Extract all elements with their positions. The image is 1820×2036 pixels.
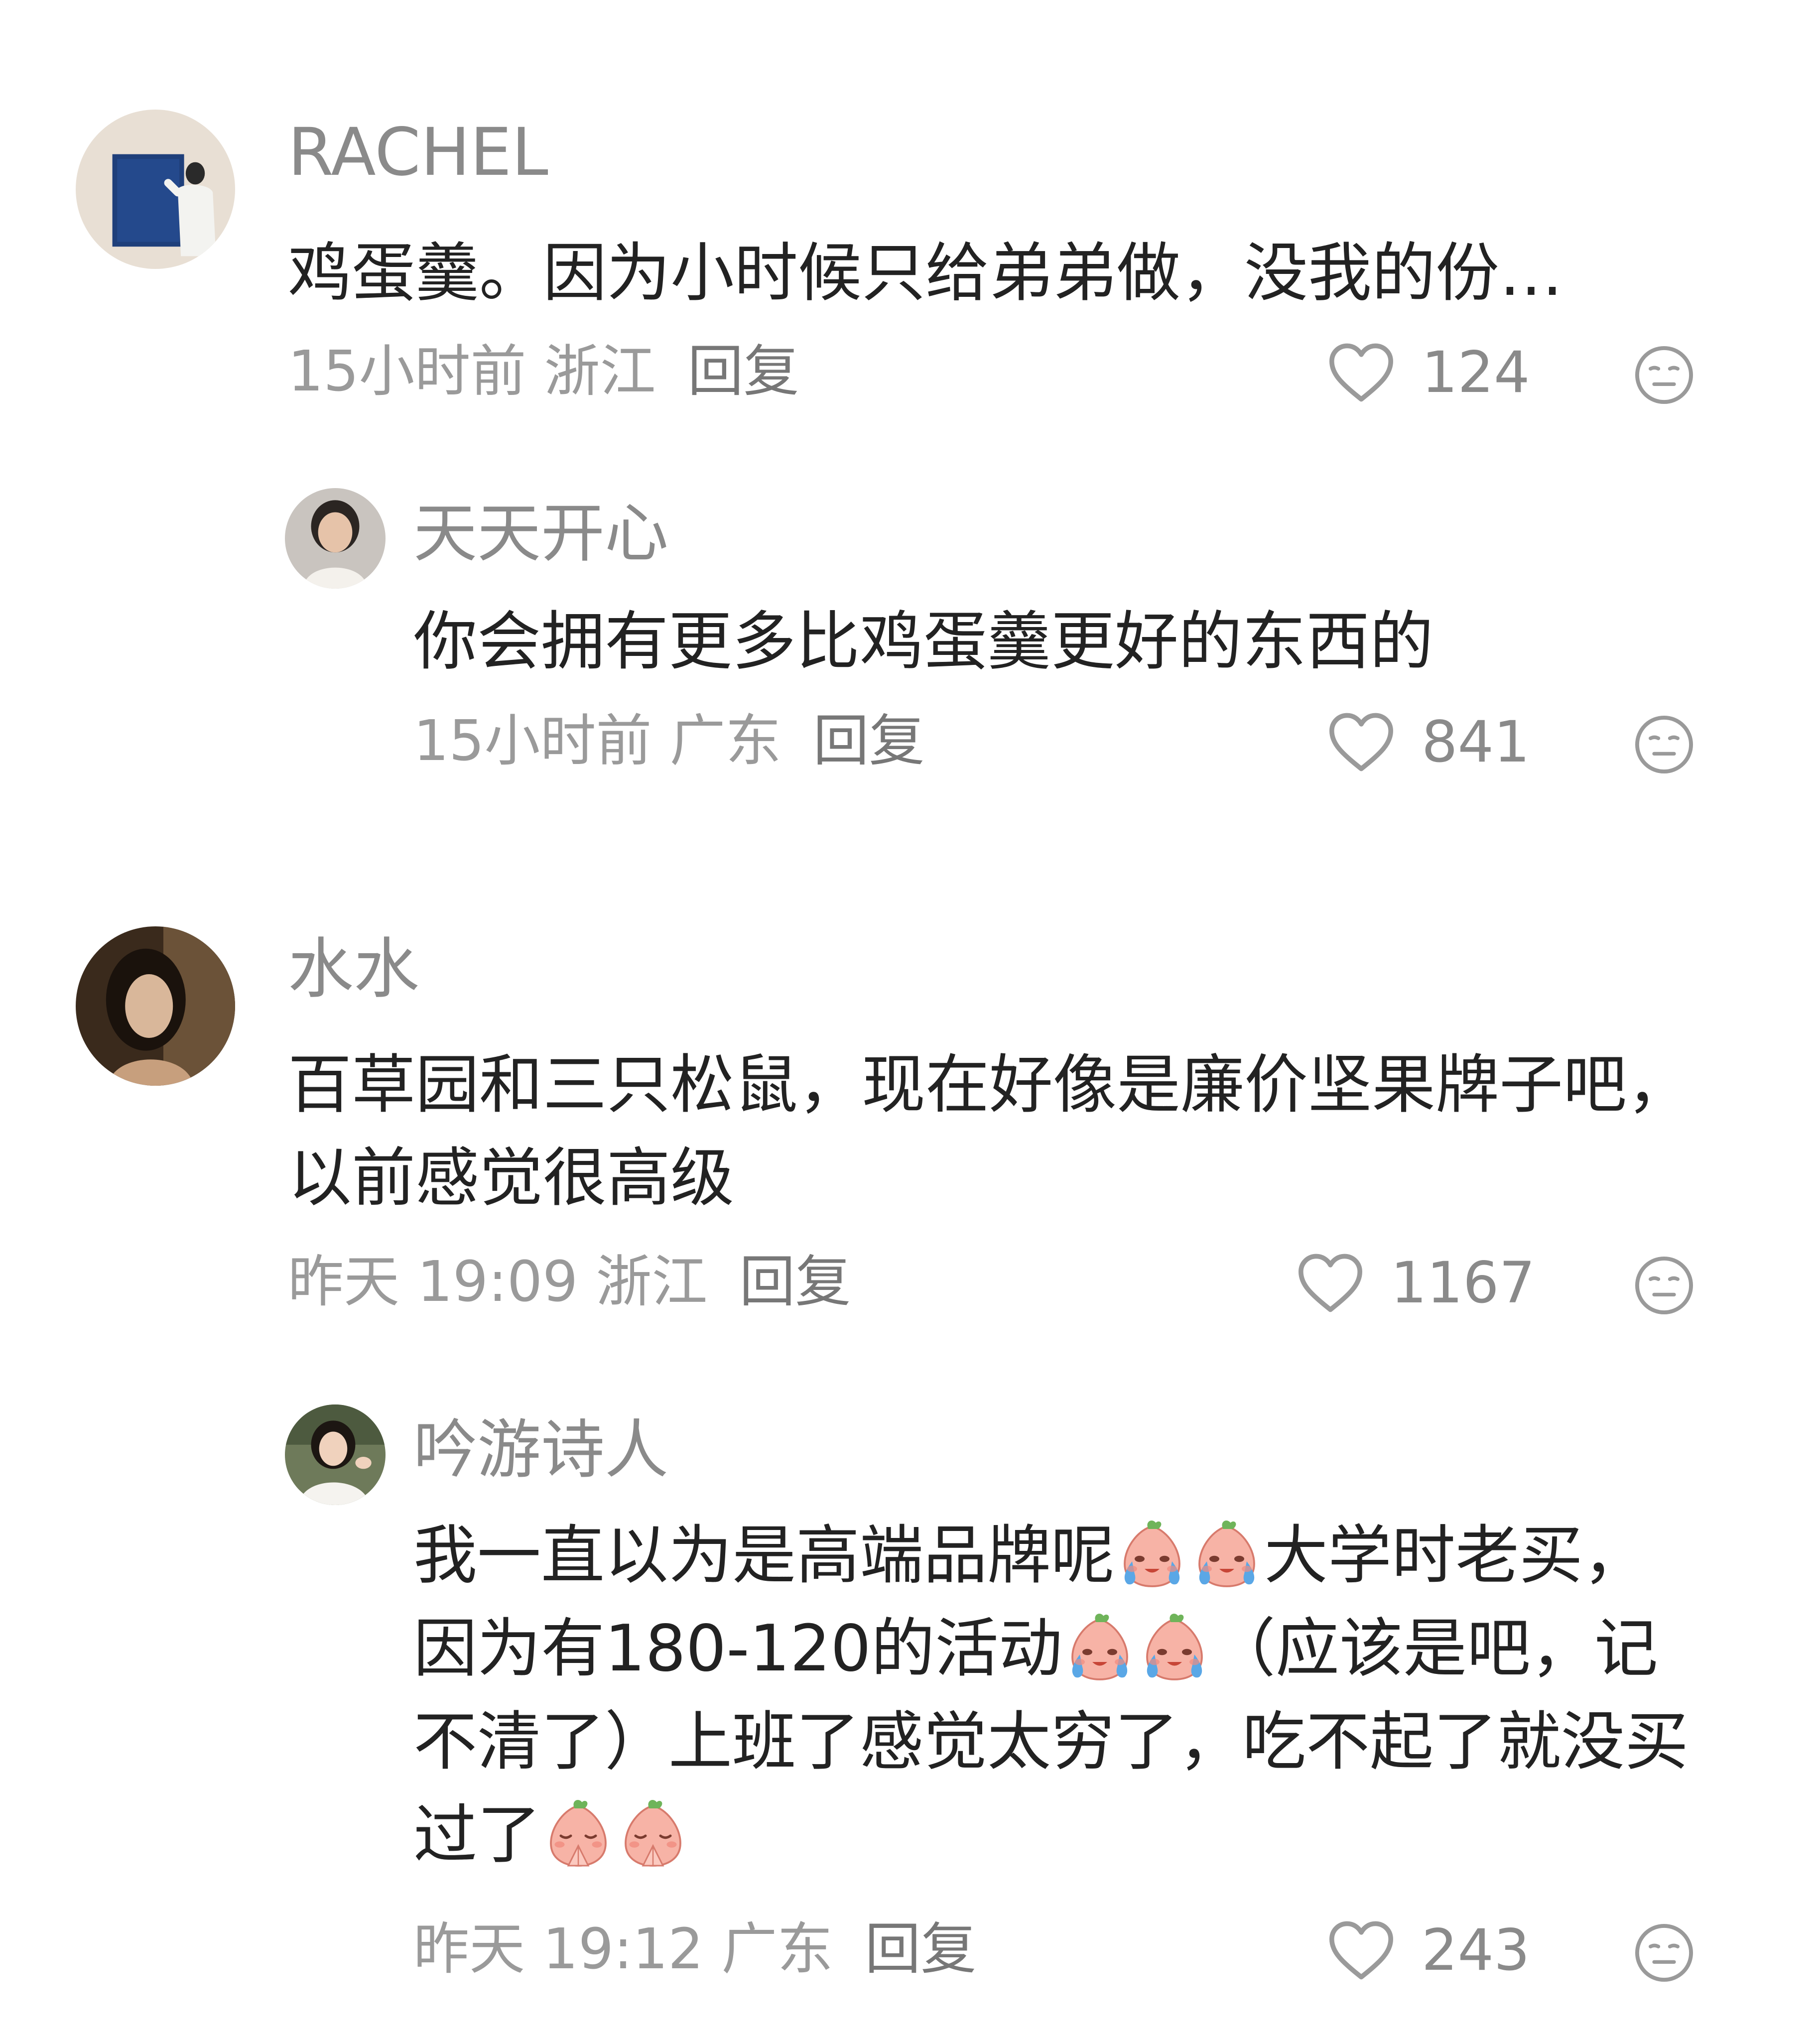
comment-meta: 15小时前 浙江 回复 (288, 344, 817, 399)
avatar[interactable] (76, 926, 235, 1086)
meh-face-icon (1633, 1921, 1695, 1984)
avatar[interactable] (285, 1404, 386, 1505)
woman-dark-avatar (76, 926, 235, 1086)
crying-peach-emoji (1137, 1610, 1212, 1684)
heart-outline-icon (1327, 1919, 1396, 1981)
heart-outline-icon (1327, 711, 1396, 773)
crying-peach-emoji (1062, 1610, 1137, 1684)
meh-face-icon (1633, 1254, 1695, 1317)
comment-location: 广东 (721, 1917, 833, 1982)
dislike-button[interactable] (1633, 344, 1695, 406)
reply-button[interactable]: 回复 (688, 339, 799, 404)
reply-button[interactable]: 回复 (813, 709, 925, 773)
comment-time: 15小时前 (288, 339, 526, 404)
avatar[interactable] (76, 110, 235, 269)
comment-text-part: 我一直以为是高端品牌呢 (413, 1519, 1115, 1593)
meh-face-icon (1633, 713, 1695, 776)
username[interactable]: 水水 (288, 936, 419, 1002)
comment-text: 你会拥有更多比鸡蛋羹更好的东西的 (413, 605, 1434, 679)
like-button[interactable]: 243 (1327, 1919, 1530, 1981)
heart-outline-icon (1327, 342, 1396, 403)
dislike-button[interactable] (1633, 713, 1695, 776)
heart-outline-icon (1296, 1252, 1365, 1314)
like-button[interactable]: 1167 (1296, 1252, 1535, 1314)
username[interactable]: 吟游诗人 (413, 1418, 668, 1482)
woman-portrait-avatar (285, 488, 386, 589)
crying-peach-emoji (1189, 1517, 1264, 1591)
like-count: 243 (1422, 1917, 1530, 1983)
comment-text: 百草园和三只松鼠，现在好像是廉价坚果牌子吧，以前感觉很高级 (288, 1048, 1691, 1215)
reply-button[interactable]: 回复 (739, 1250, 851, 1314)
comment-meta: 昨天 19:09 浙江 回复 (288, 1254, 869, 1310)
like-button[interactable]: 841 (1327, 711, 1530, 773)
woman-white-avatar (285, 1404, 386, 1505)
crying-peach-emoji (1115, 1517, 1189, 1591)
comment-text: 我一直以为是高端品牌呢 大学时老买，因为有180-120的活动 （应该是吧，记不清了… (413, 1509, 1693, 1882)
comment-location: 浙江 (544, 339, 656, 404)
like-count: 841 (1422, 709, 1530, 775)
praying-peach-emoji (616, 1796, 690, 1871)
comment-time: 15小时前 (413, 709, 652, 773)
comment-location: 浙江 (596, 1250, 708, 1314)
like-count: 124 (1422, 339, 1530, 405)
dislike-button[interactable] (1633, 1254, 1695, 1317)
comment-text: 鸡蛋羹。因为小时候只给弟弟做，没我的份… (288, 236, 1563, 310)
dislike-button[interactable] (1633, 1921, 1695, 1984)
comment-time: 昨天 19:09 (288, 1250, 578, 1314)
reply-button[interactable]: 回复 (865, 1917, 976, 1982)
comment-meta: 15小时前 广东 回复 (413, 713, 943, 769)
praying-peach-emoji (541, 1796, 616, 1871)
like-count: 1167 (1391, 1250, 1536, 1316)
username[interactable]: 天天开心 (413, 502, 668, 566)
username[interactable]: RACHEL (288, 120, 548, 185)
comment-location: 广东 (669, 709, 781, 773)
like-button[interactable]: 124 (1327, 342, 1530, 403)
avatar[interactable] (285, 488, 386, 589)
comment-time: 昨天 19:12 (413, 1917, 704, 1982)
blue-painting-avatar (76, 110, 235, 269)
meh-face-icon (1633, 344, 1695, 406)
comment-meta: 昨天 19:12 广东 回复 (413, 1921, 994, 1977)
